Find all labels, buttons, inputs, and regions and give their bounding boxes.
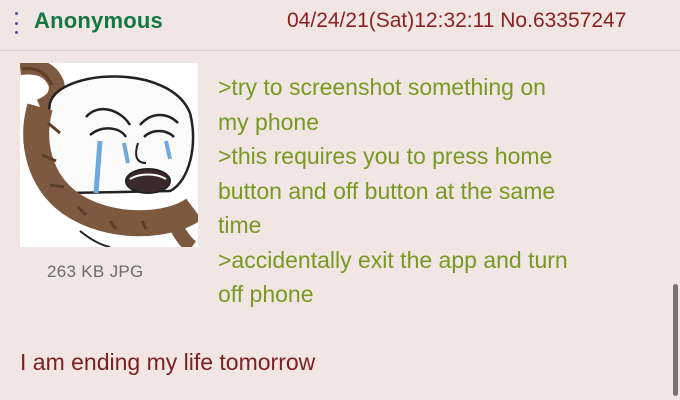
greentext-line: off phone (218, 281, 314, 307)
greentext-line: >try to screenshot something on (218, 74, 546, 100)
post-thumbnail-image[interactable] (20, 63, 198, 247)
author-name: Anonymous (34, 8, 163, 33)
greentext-line: >this requires you to press home (218, 143, 553, 169)
post-header: Anonymous 04/24/21(Sat)12:32:11 No.63357… (0, 0, 680, 51)
greentext-line: button and off button at the same (218, 177, 556, 204)
greentext-block: >try to screenshot something on my phone… (218, 70, 658, 312)
post-menu-icon[interactable] (12, 12, 20, 34)
post-body-text: I am ending my life tomorrow (20, 349, 316, 375)
greentext-line: my phone (218, 108, 320, 135)
file-info: 263 KB JPG (47, 262, 144, 281)
post-date-number[interactable]: 04/24/21(Sat)12:32:11 No.63357247 (287, 9, 626, 33)
greentext-line: time (218, 212, 262, 238)
crying-wojak-noose-icon (20, 63, 198, 247)
page-scrollbar[interactable] (673, 284, 678, 396)
greentext-line: >accidentally exit the app and turn (218, 246, 568, 273)
